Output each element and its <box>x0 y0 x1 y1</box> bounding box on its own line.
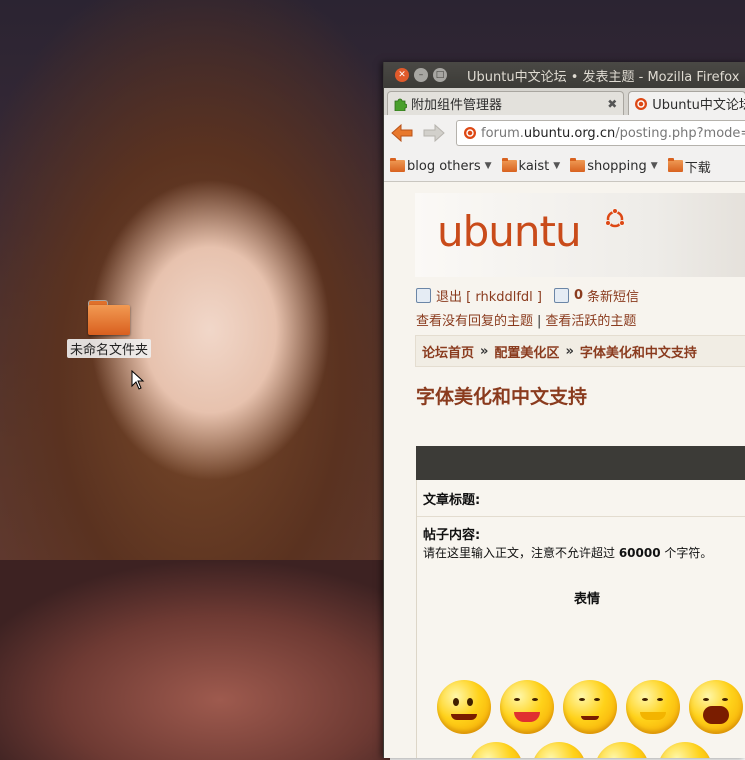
bookmark-label: 下载 <box>684 160 711 176</box>
tab-addons-manager[interactable]: 附加组件管理器 ✖ <box>387 91 625 115</box>
folder-icon <box>390 158 405 172</box>
content-label: 帖子内容: <box>423 528 481 543</box>
post-form-header <box>416 446 745 480</box>
url-domain: ubuntu.org.cn <box>523 125 616 141</box>
subject-row: 文章标题: <box>417 480 745 517</box>
pm-count[interactable]: 0 <box>574 288 583 303</box>
smiley-thumbs-up-icon[interactable] <box>595 742 649 758</box>
topic-links: 查看没有回复的主题 | 查看活跃的主题 <box>416 310 636 329</box>
post-form: 文章标题: 帖子内容: 请在这里输入正文，注意不允许超过 60000 个字符。 … <box>416 480 745 758</box>
subject-label: 文章标题: <box>423 492 481 508</box>
link-separator: | <box>537 314 542 329</box>
firefox-window: ✕ – □ Ubuntu中文论坛 • 发表主题 - Mozilla Firefo… <box>383 62 745 758</box>
folder-icon <box>667 158 683 172</box>
circle-of-friends-icon <box>605 208 625 228</box>
tab-label: Ubuntu中文论坛 <box>652 98 745 113</box>
unanswered-topics-link[interactable]: 查看没有回复的主题 <box>416 314 533 329</box>
bookmark-label: kaist <box>518 158 550 174</box>
tab-strip: 附加组件管理器 ✖ Ubuntu中文论坛 <box>384 88 745 115</box>
web-page: ubuntu 退出 [ rhkddlfdl ] 0 条新短信 查看没有回复的主题… <box>384 182 745 758</box>
folder-icon <box>501 158 517 172</box>
user-links: 退出 [ rhkddlfdl ] 0 条新短信 <box>416 286 639 305</box>
tab-ubuntu-forum[interactable]: Ubuntu中文论坛 <box>628 91 745 115</box>
chevron-down-icon: ▼ <box>650 161 658 171</box>
bookmark-folder-kaist[interactable]: kaist ▼ <box>501 158 561 174</box>
url-path: /posting.php?mode=post&f=35 <box>615 125 745 141</box>
forum-banner[interactable]: ubuntu <box>415 193 745 277</box>
bookmark-label: shopping <box>587 158 647 174</box>
smiley-smile-icon[interactable] <box>437 680 491 734</box>
window-maximize-button[interactable]: □ <box>433 68 447 82</box>
folder-label[interactable]: 未命名文件夹 <box>66 339 151 358</box>
wallpaper-photo <box>0 560 390 760</box>
forward-arrow-icon[interactable] <box>422 123 446 143</box>
window-close-button[interactable]: ✕ <box>395 68 409 82</box>
ubuntu-logo: ubuntu <box>437 207 582 256</box>
window-titlebar[interactable]: ✕ – □ Ubuntu中文论坛 • 发表主题 - Mozilla Firefo… <box>384 62 745 88</box>
mouse-pointer-icon <box>131 370 145 390</box>
navigation-toolbar: forum.ubuntu.org.cn/posting.php?mode=pos… <box>384 115 745 151</box>
smiley-smirk-icon[interactable] <box>563 680 617 734</box>
bookmark-folder-blog-others[interactable]: blog others ▼ <box>390 158 492 174</box>
folder-icon <box>570 158 586 172</box>
tab-label: 附加组件管理器 <box>411 98 503 113</box>
folder-icon[interactable] <box>86 298 132 336</box>
logout-icon <box>416 288 431 303</box>
content-hint: 请在这里输入正文，注意不允许超过 60000 个字符。 <box>423 546 713 560</box>
ubuntu-logo-icon <box>464 127 476 139</box>
bookmark-folder-download[interactable]: 下载 <box>667 157 711 176</box>
smiley-dizzy-icon[interactable] <box>658 742 712 758</box>
smiley-grin-icon[interactable] <box>532 742 586 758</box>
page-title[interactable]: 字体美化和中文支持 <box>416 382 587 409</box>
pm-link[interactable]: 条新短信 <box>587 286 639 305</box>
chevron-down-icon: ▼ <box>484 161 492 171</box>
url-bar[interactable]: forum.ubuntu.org.cn/posting.php?mode=pos… <box>456 120 745 146</box>
breadcrumb-arrow: » <box>480 343 489 359</box>
private-message-icon <box>553 288 569 303</box>
window-title: Ubuntu中文论坛 • 发表主题 - Mozilla Firefox <box>467 69 740 85</box>
bookmark-label: blog others <box>407 158 481 174</box>
smiley-giggle-icon[interactable] <box>626 680 680 734</box>
breadcrumb-home[interactable]: 论坛首页 <box>422 342 474 361</box>
url-prefix: forum. <box>481 125 524 141</box>
breadcrumb-arrow: » <box>565 343 574 359</box>
smiley-tongue-icon[interactable] <box>500 680 554 734</box>
puzzle-icon <box>394 98 407 111</box>
desktop-folder[interactable]: 未命名文件夹 <box>59 298 159 358</box>
window-minimize-button[interactable]: – <box>414 68 428 82</box>
breadcrumb: 论坛首页 » 配置美化区 » 字体美化和中文支持 <box>415 335 745 367</box>
ubuntu-logo-icon <box>635 97 648 110</box>
breadcrumb-section[interactable]: 配置美化区 <box>494 342 559 361</box>
bookmark-folder-shopping[interactable]: shopping ▼ <box>570 158 658 174</box>
back-arrow-icon[interactable] <box>390 123 414 143</box>
bookmarks-toolbar: blog others ▼ kaist ▼ shopping ▼ 下载 <box>384 151 745 182</box>
smiley-laugh-icon[interactable] <box>689 680 743 734</box>
active-topics-link[interactable]: 查看活跃的主题 <box>545 314 636 329</box>
logout-link[interactable]: 退出 [ rhkddlfdl ] <box>436 286 542 305</box>
smiley-sweat-grin-icon[interactable] <box>469 742 523 758</box>
tab-close-icon[interactable]: ✖ <box>607 97 617 111</box>
breadcrumb-forum[interactable]: 字体美化和中文支持 <box>580 342 697 361</box>
smilies-title: 表情 <box>573 592 600 607</box>
chevron-down-icon: ▼ <box>553 161 561 171</box>
